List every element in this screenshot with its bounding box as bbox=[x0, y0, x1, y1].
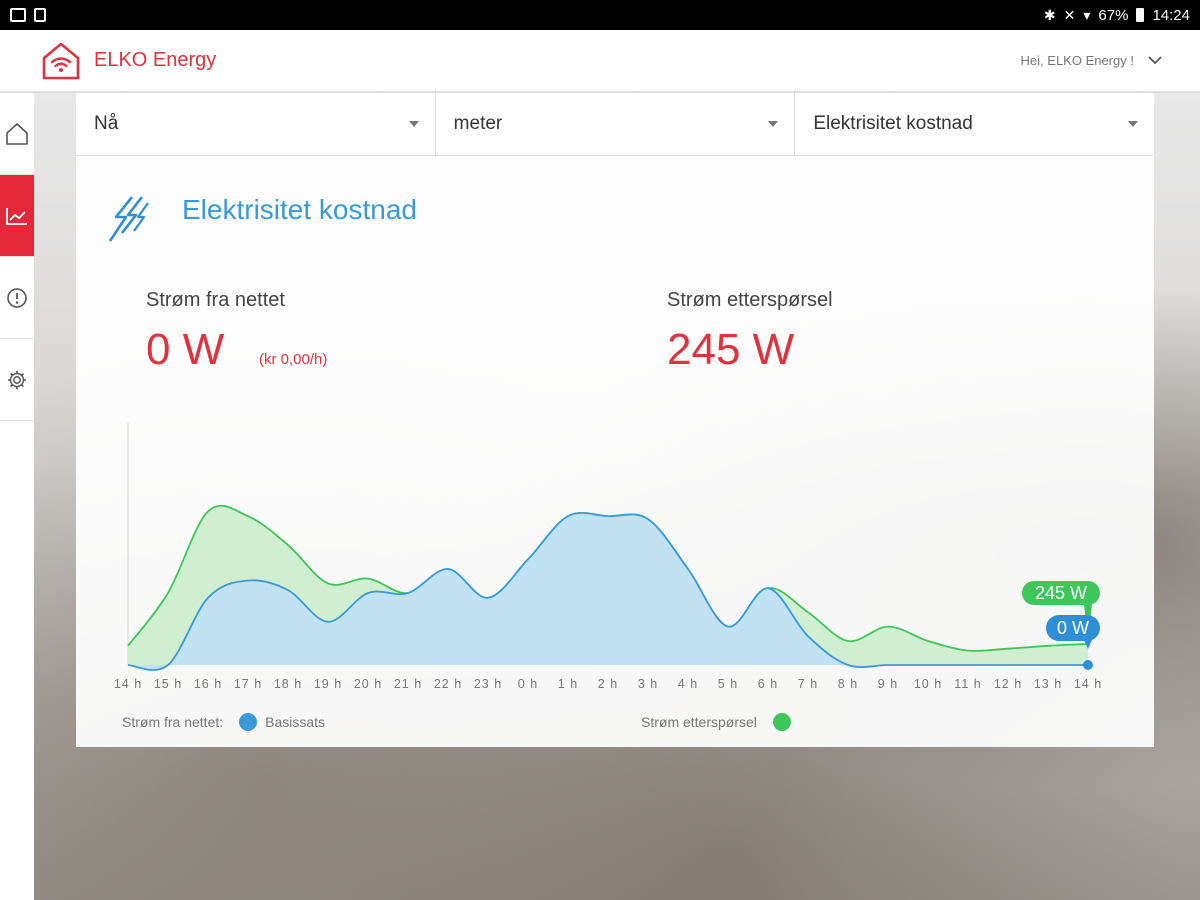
x-tick-label: 7 h bbox=[798, 677, 818, 691]
app-header: ELKO Energy Hei, ELKO Energy ! bbox=[0, 30, 1200, 92]
demand-label: Strøm etterspørsel bbox=[667, 289, 833, 311]
user-menu[interactable]: Hei, ELKO Energy ! bbox=[1021, 53, 1162, 68]
sidebar-item-home[interactable] bbox=[0, 93, 34, 175]
home-icon bbox=[6, 122, 28, 145]
greeting: Hei, ELKO Energy ! bbox=[1020, 53, 1134, 68]
chevron-down-icon bbox=[1148, 56, 1162, 65]
x-tick-label: 23 h bbox=[474, 677, 502, 691]
unit-select[interactable]: meter bbox=[436, 93, 796, 155]
x-tick-label: 16 h bbox=[194, 677, 222, 691]
gear-icon bbox=[8, 370, 26, 389]
filter-bar: Nå meter Elektrisitet kostnad bbox=[76, 93, 1154, 156]
caret-down-icon bbox=[408, 121, 419, 127]
battery-icon bbox=[1136, 8, 1145, 22]
metric-select[interactable]: Elektrisitet kostnad bbox=[795, 93, 1154, 155]
period-select-value: Nå bbox=[94, 113, 119, 134]
caret-down-icon bbox=[768, 121, 779, 127]
energy-panel: Nå meter Elektrisitet kostnad Elektrisit… bbox=[76, 93, 1154, 747]
x-tick-label: 3 h bbox=[638, 677, 658, 691]
x-tick-label: 9 h bbox=[878, 677, 898, 691]
battery-percent: 67% bbox=[1098, 6, 1129, 24]
x-tick-label: 21 h bbox=[394, 677, 422, 691]
x-tick-label: 19 h bbox=[314, 677, 342, 691]
legend-grid-prefix: Strøm fra nettet: bbox=[122, 714, 224, 730]
x-tick-label: 1 h bbox=[558, 677, 578, 691]
legend-demand[interactable]: Strøm etterspørsel bbox=[641, 713, 791, 731]
x-tick-label: 22 h bbox=[434, 677, 462, 691]
x-tick-label: 15 h bbox=[154, 677, 182, 691]
sidebar bbox=[0, 93, 34, 900]
bluetooth-icon: ✱ bbox=[1043, 6, 1056, 23]
x-tick-label: 10 h bbox=[914, 677, 942, 691]
clock: 14:24 bbox=[1152, 6, 1190, 24]
legend-grid: Strøm fra nettet: Basissats bbox=[122, 713, 325, 731]
brand-name: ELKO Energy bbox=[94, 49, 217, 71]
power-chart: 14 h 15 h 16 h 17 h 18 h 19 h 20 h 21 h 22 h 23 h… bbox=[114, 423, 1102, 691]
demand-end-label: 245 W bbox=[1035, 583, 1087, 603]
period-select[interactable]: Nå bbox=[76, 93, 436, 155]
chart-icon bbox=[6, 207, 27, 225]
status-bar: ✱ ✕ ▾ 67% 14:24 bbox=[0, 0, 1200, 30]
x-tick-label: 5 h bbox=[718, 677, 738, 691]
x-tick-label: 17 h bbox=[234, 677, 262, 691]
x-tick-label: 2 h bbox=[598, 677, 618, 691]
x-tick-label: 18 h bbox=[274, 677, 302, 691]
grid-power-value: 0 W bbox=[146, 325, 225, 374]
demand-value: 245 W bbox=[667, 325, 795, 374]
x-tick-label: 13 h bbox=[1034, 677, 1062, 691]
legend-demand-label: Strøm etterspørsel bbox=[641, 714, 757, 730]
x-tick-label: 11 h bbox=[954, 677, 981, 691]
card-title: Elektrisitet kostnad bbox=[182, 194, 417, 225]
end-point-marker bbox=[1083, 660, 1093, 670]
wifi-icon: ▾ bbox=[1083, 6, 1091, 23]
notification-icon bbox=[34, 8, 46, 22]
brand[interactable]: ELKO Energy bbox=[40, 40, 216, 82]
x-tick-label: 14 h bbox=[1074, 677, 1102, 691]
x-tick-label: 20 h bbox=[354, 677, 382, 691]
caret-down-icon bbox=[1128, 121, 1139, 127]
x-tick-label: 4 h bbox=[678, 677, 698, 691]
grid-power-label: Strøm fra nettet bbox=[146, 289, 285, 311]
sidebar-item-energy[interactable] bbox=[0, 175, 34, 257]
mute-icon: ✕ bbox=[1063, 6, 1076, 23]
gallery-icon bbox=[10, 8, 26, 22]
house-wifi-icon bbox=[42, 42, 80, 79]
legend-grid-series: Basissats bbox=[265, 714, 326, 730]
sidebar-item-settings[interactable] bbox=[0, 339, 34, 421]
x-tick-label: 6 h bbox=[758, 677, 778, 691]
grid-cost: (kr 0,00/h) bbox=[259, 351, 328, 368]
unit-select-value: meter bbox=[453, 113, 503, 134]
x-tick-label: 0 h bbox=[518, 677, 538, 691]
x-tick-label: 14 h bbox=[114, 677, 142, 691]
metric-select-value: Elektrisitet kostnad bbox=[813, 113, 973, 134]
sidebar-item-alerts[interactable] bbox=[0, 257, 34, 339]
x-tick-label: 8 h bbox=[838, 677, 858, 691]
legend-green-dot bbox=[772, 713, 791, 731]
legend-blue-dot bbox=[239, 713, 258, 731]
grid-end-label: 0 W bbox=[1057, 618, 1089, 638]
alert-icon bbox=[7, 287, 27, 308]
x-tick-label: 12 h bbox=[994, 677, 1022, 691]
lightning-icon bbox=[108, 196, 149, 242]
legend-grid-item[interactable]: Basissats bbox=[239, 713, 325, 731]
